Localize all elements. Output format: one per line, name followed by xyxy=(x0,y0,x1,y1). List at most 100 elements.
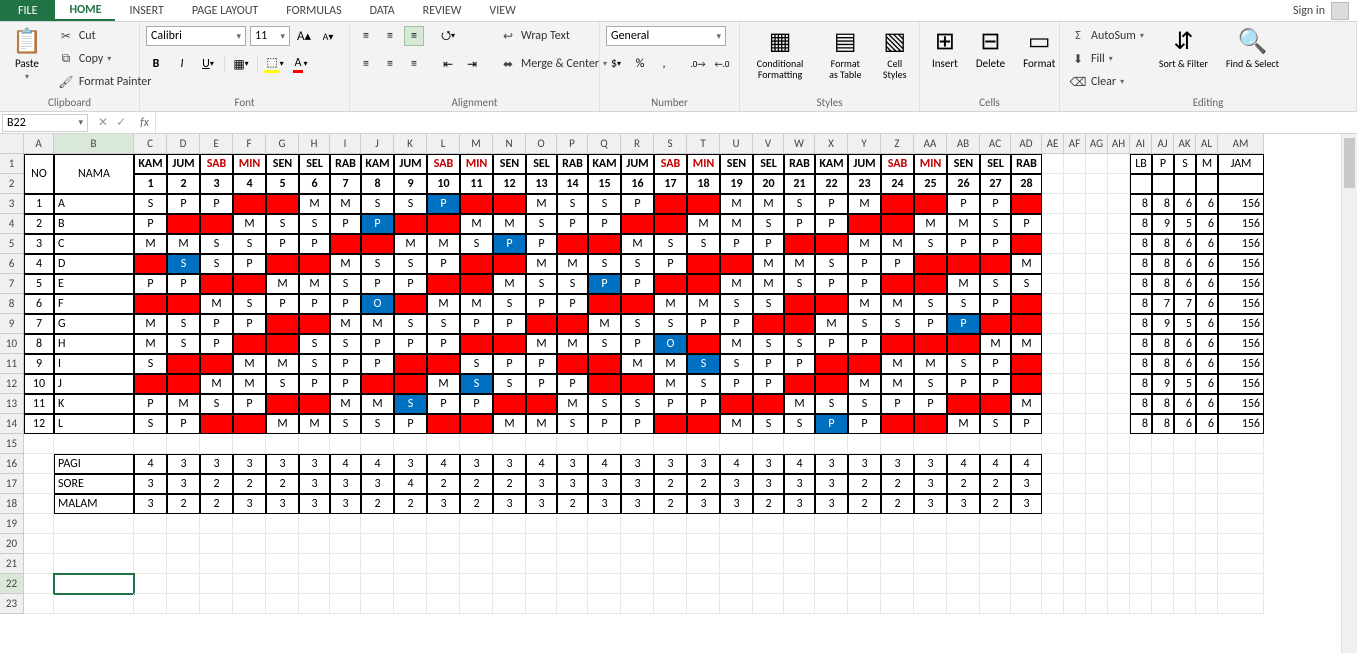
cell[interactable] xyxy=(1108,574,1130,594)
cell[interactable]: O xyxy=(557,314,588,334)
cell[interactable] xyxy=(361,514,394,534)
cell[interactable] xyxy=(1086,534,1108,554)
cell[interactable] xyxy=(1130,474,1152,494)
cell[interactable] xyxy=(1042,454,1064,474)
column-header[interactable]: AF xyxy=(1064,134,1086,154)
cell[interactable] xyxy=(1086,374,1108,394)
cell[interactable] xyxy=(200,574,233,594)
cell[interactable]: P xyxy=(200,194,233,214)
cell[interactable]: P xyxy=(460,314,493,334)
cell[interactable]: 6 xyxy=(1174,334,1196,354)
cell[interactable] xyxy=(1218,494,1264,514)
cell[interactable] xyxy=(980,534,1011,554)
cell[interactable] xyxy=(1086,434,1108,454)
cell[interactable] xyxy=(1042,334,1064,354)
cell[interactable]: PAGI xyxy=(54,454,134,474)
row-header[interactable]: 22 xyxy=(0,574,24,594)
cell[interactable]: O xyxy=(881,334,914,354)
cell[interactable]: 2 xyxy=(460,494,493,514)
cell[interactable]: M xyxy=(881,234,914,254)
cell[interactable]: M xyxy=(361,314,394,334)
conditional-formatting-button[interactable]: ▦Conditional Formatting xyxy=(746,26,814,83)
cell[interactable]: 6 xyxy=(299,174,330,194)
cell[interactable]: O xyxy=(654,334,687,354)
cell[interactable]: O xyxy=(134,374,167,394)
cell[interactable]: JUM xyxy=(394,154,427,174)
cell[interactable]: 4 xyxy=(720,454,753,474)
cell[interactable]: B xyxy=(54,214,134,234)
cell[interactable]: M xyxy=(493,274,526,294)
cell[interactable]: O xyxy=(394,354,427,374)
cell[interactable]: 2 xyxy=(980,474,1011,494)
cell[interactable] xyxy=(330,554,361,574)
cell[interactable] xyxy=(1108,554,1130,574)
cell[interactable]: S xyxy=(167,334,200,354)
cell[interactable]: 3 xyxy=(687,494,720,514)
column-header[interactable]: T xyxy=(687,134,720,154)
cell[interactable]: O xyxy=(914,254,947,274)
cell[interactable] xyxy=(1174,174,1196,194)
cell[interactable]: O xyxy=(654,414,687,434)
delete-cells-button[interactable]: ⊟Delete xyxy=(970,26,1011,73)
cell[interactable] xyxy=(330,534,361,554)
cell[interactable]: O xyxy=(980,254,1011,274)
cell[interactable]: O xyxy=(427,354,460,374)
cell[interactable] xyxy=(330,594,361,614)
cell[interactable]: 2 xyxy=(233,474,266,494)
cell[interactable]: M xyxy=(526,194,557,214)
cell[interactable] xyxy=(1152,434,1174,454)
cell[interactable]: 2 xyxy=(24,214,54,234)
cell[interactable] xyxy=(621,434,654,454)
cell[interactable]: O xyxy=(881,214,914,234)
cell[interactable] xyxy=(1042,474,1064,494)
tab-home[interactable]: HOME xyxy=(55,0,115,21)
cell[interactable] xyxy=(54,554,134,574)
cell[interactable]: O xyxy=(361,374,394,394)
cell[interactable] xyxy=(1064,214,1086,234)
insert-cells-button[interactable]: ⊞Insert xyxy=(926,26,964,73)
cell[interactable]: O xyxy=(266,334,299,354)
cell[interactable] xyxy=(1218,434,1264,454)
cell[interactable]: 14 xyxy=(557,174,588,194)
cell[interactable]: O xyxy=(134,294,167,314)
cell[interactable]: 3 xyxy=(881,454,914,474)
cell[interactable]: 156 xyxy=(1218,334,1264,354)
cell[interactable]: 21 xyxy=(784,174,815,194)
column-header[interactable]: J xyxy=(361,134,394,154)
cell[interactable]: 3 xyxy=(914,454,947,474)
cell[interactable]: S xyxy=(720,354,753,374)
cell[interactable] xyxy=(1130,534,1152,554)
cell[interactable] xyxy=(299,434,330,454)
row-header[interactable]: 11 xyxy=(0,354,24,374)
cell[interactable] xyxy=(557,514,588,534)
cell[interactable]: O xyxy=(266,194,299,214)
cell[interactable]: O xyxy=(1011,194,1042,214)
row-header[interactable]: 12 xyxy=(0,374,24,394)
cell[interactable]: S xyxy=(753,294,784,314)
cell[interactable] xyxy=(1011,554,1042,574)
cell[interactable]: 16 xyxy=(621,174,654,194)
cell[interactable]: JUM xyxy=(621,154,654,174)
cell[interactable]: S xyxy=(299,214,330,234)
cell[interactable] xyxy=(1130,574,1152,594)
cell[interactable]: KAM xyxy=(815,154,848,174)
cell[interactable]: K xyxy=(54,394,134,414)
cell[interactable]: 156 xyxy=(1218,254,1264,274)
cell[interactable]: S xyxy=(299,354,330,374)
cell[interactable] xyxy=(1064,154,1086,174)
cell[interactable]: O xyxy=(200,214,233,234)
cell[interactable]: 2 xyxy=(200,474,233,494)
cell[interactable]: O xyxy=(848,354,881,374)
cell[interactable]: MIN xyxy=(233,154,266,174)
cell[interactable]: M xyxy=(557,254,588,274)
cell[interactable]: P xyxy=(299,294,330,314)
row-header[interactable]: 19 xyxy=(0,514,24,534)
cell[interactable]: SAB xyxy=(427,154,460,174)
cell[interactable] xyxy=(266,594,299,614)
cell[interactable]: O xyxy=(427,414,460,434)
cell[interactable]: M xyxy=(654,374,687,394)
cell[interactable]: 8 xyxy=(1130,294,1152,314)
cell[interactable] xyxy=(493,434,526,454)
cell[interactable]: 3 xyxy=(526,494,557,514)
cell[interactable]: 5 xyxy=(1174,314,1196,334)
